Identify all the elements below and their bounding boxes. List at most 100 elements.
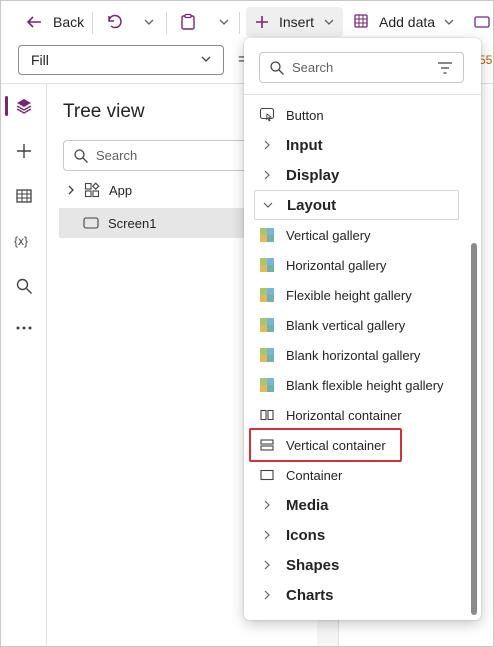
insert-item-label: Blank flexible height gallery bbox=[286, 377, 444, 393]
insert-item-horizontal-gallery[interactable]: Horizontal gallery bbox=[254, 250, 468, 280]
gallery-icon bbox=[260, 258, 274, 272]
search-icon bbox=[74, 149, 88, 163]
paste-menu-button[interactable] bbox=[218, 1, 230, 43]
back-arrow-icon bbox=[26, 16, 41, 28]
gallery-icon bbox=[260, 288, 274, 302]
tree-node-label: App bbox=[109, 182, 133, 198]
chevron-down-icon bbox=[144, 19, 154, 25]
chevron-down-icon bbox=[219, 19, 229, 25]
new-screen-button[interactable] bbox=[473, 1, 491, 43]
add-data-label: Add data bbox=[379, 14, 436, 30]
highlight-annotation bbox=[249, 428, 402, 462]
insert-item-button[interactable]: Button bbox=[254, 100, 468, 130]
insert-category-layout[interactable]: Layout bbox=[254, 190, 459, 220]
insert-item-label: Blank vertical gallery bbox=[286, 317, 406, 333]
plus-icon bbox=[256, 16, 268, 28]
plus-icon bbox=[17, 144, 31, 158]
insert-item-blank-flexible-height-gallery[interactable]: Blank flexible height gallery bbox=[254, 370, 468, 400]
add-data-button[interactable]: Add data bbox=[353, 1, 455, 43]
svg-text:{x}: {x} bbox=[14, 234, 28, 248]
divider bbox=[244, 94, 481, 95]
insert-item-horizontal-container[interactable]: Horizontal container bbox=[254, 400, 468, 430]
paste-button[interactable] bbox=[179, 1, 197, 43]
more-icon bbox=[16, 326, 32, 330]
layers-icon bbox=[16, 99, 32, 114]
command-bar: Back Insert Add data bbox=[1, 1, 493, 43]
tree-search-placeholder: Search bbox=[96, 148, 138, 163]
screen-add-icon bbox=[474, 16, 490, 28]
insert-menu: Search Button Input Display Layout Verti… bbox=[244, 38, 481, 620]
insert-category-label: Input bbox=[286, 136, 323, 154]
chevron-down-icon bbox=[263, 202, 273, 208]
formula-text[interactable]: 55 bbox=[479, 53, 492, 67]
rail-variables[interactable]: {x} bbox=[1, 221, 47, 261]
insert-item-container[interactable]: Container bbox=[254, 460, 468, 490]
chevron-right-icon bbox=[264, 140, 270, 150]
gallery-icon bbox=[260, 348, 274, 362]
insert-category-label: Layout bbox=[287, 196, 337, 214]
insert-category-input[interactable]: Input bbox=[254, 130, 468, 160]
insert-category-label: Media bbox=[286, 496, 329, 514]
button-icon bbox=[259, 107, 275, 122]
rail-tree-view[interactable] bbox=[1, 86, 47, 126]
insert-item-blank-vertical-gallery[interactable]: Blank vertical gallery bbox=[254, 310, 468, 340]
insert-category-media[interactable]: Media bbox=[254, 490, 468, 520]
tree-node-app[interactable]: App bbox=[65, 175, 132, 205]
insert-button[interactable]: Insert bbox=[246, 7, 344, 37]
rail-search[interactable] bbox=[1, 266, 47, 306]
insert-category-icons[interactable]: Icons bbox=[254, 520, 468, 550]
insert-search-placeholder: Search bbox=[292, 60, 334, 75]
screen-icon bbox=[83, 217, 99, 229]
insert-category-label: Charts bbox=[286, 586, 334, 604]
chevron-right-icon bbox=[264, 560, 270, 570]
horizontal-container-icon bbox=[260, 409, 274, 421]
insert-item-flexible-height-gallery[interactable]: Flexible height gallery bbox=[254, 280, 468, 310]
left-rail: {x} bbox=[1, 84, 47, 646]
insert-category-label: Icons bbox=[286, 526, 326, 544]
insert-item-label: Blank horizontal gallery bbox=[286, 347, 421, 363]
gallery-icon bbox=[260, 228, 274, 242]
property-dropdown[interactable]: Fill bbox=[18, 45, 224, 75]
insert-item-label: Horizontal container bbox=[286, 407, 402, 423]
app-icon bbox=[84, 182, 100, 198]
undo-button[interactable] bbox=[105, 1, 123, 43]
chevron-down-icon bbox=[444, 19, 454, 25]
insert-item-label: Button bbox=[286, 107, 324, 123]
insert-category-display[interactable]: Display bbox=[254, 160, 468, 190]
tree-search-input[interactable]: Search bbox=[63, 140, 263, 171]
search-icon bbox=[16, 278, 32, 294]
chevron-right-icon bbox=[68, 185, 74, 195]
insert-category-shapes[interactable]: Shapes bbox=[254, 550, 468, 580]
insert-item-vertical-gallery[interactable]: Vertical gallery bbox=[254, 220, 468, 250]
tree-node-screen1[interactable]: Screen1 bbox=[59, 208, 259, 238]
chevron-right-icon bbox=[264, 590, 270, 600]
tree-node-label: Screen1 bbox=[108, 215, 157, 231]
variables-icon: {x} bbox=[14, 234, 28, 248]
chevron-down-icon bbox=[201, 56, 211, 62]
filter-icon[interactable] bbox=[437, 61, 453, 75]
back-button[interactable]: Back bbox=[25, 1, 84, 43]
table-add-icon bbox=[354, 14, 368, 28]
insert-search-input[interactable]: Search bbox=[259, 52, 464, 83]
insert-item-label: Flexible height gallery bbox=[286, 287, 412, 303]
rail-insert[interactable] bbox=[1, 131, 47, 171]
undo-icon bbox=[108, 14, 122, 29]
property-value: Fill bbox=[31, 52, 49, 68]
rail-more[interactable] bbox=[1, 308, 47, 348]
search-icon bbox=[270, 61, 284, 75]
gallery-icon bbox=[260, 378, 274, 392]
insert-item-blank-horizontal-gallery[interactable]: Blank horizontal gallery bbox=[254, 340, 468, 370]
insert-item-label: Container bbox=[286, 467, 343, 483]
rail-data[interactable] bbox=[1, 176, 47, 216]
insert-item-label: Vertical gallery bbox=[286, 227, 371, 243]
undo-menu-button[interactable] bbox=[143, 1, 155, 43]
chevron-down-icon bbox=[324, 19, 334, 25]
chevron-right-icon bbox=[264, 170, 270, 180]
menu-scrollbar[interactable] bbox=[471, 243, 477, 615]
insert-category-charts[interactable]: Charts bbox=[254, 580, 468, 610]
gallery-icon bbox=[260, 318, 274, 332]
chevron-right-icon bbox=[264, 500, 270, 510]
insert-label: Insert bbox=[279, 14, 315, 30]
insert-item-label: Horizontal gallery bbox=[286, 257, 387, 273]
table-icon bbox=[16, 189, 32, 203]
